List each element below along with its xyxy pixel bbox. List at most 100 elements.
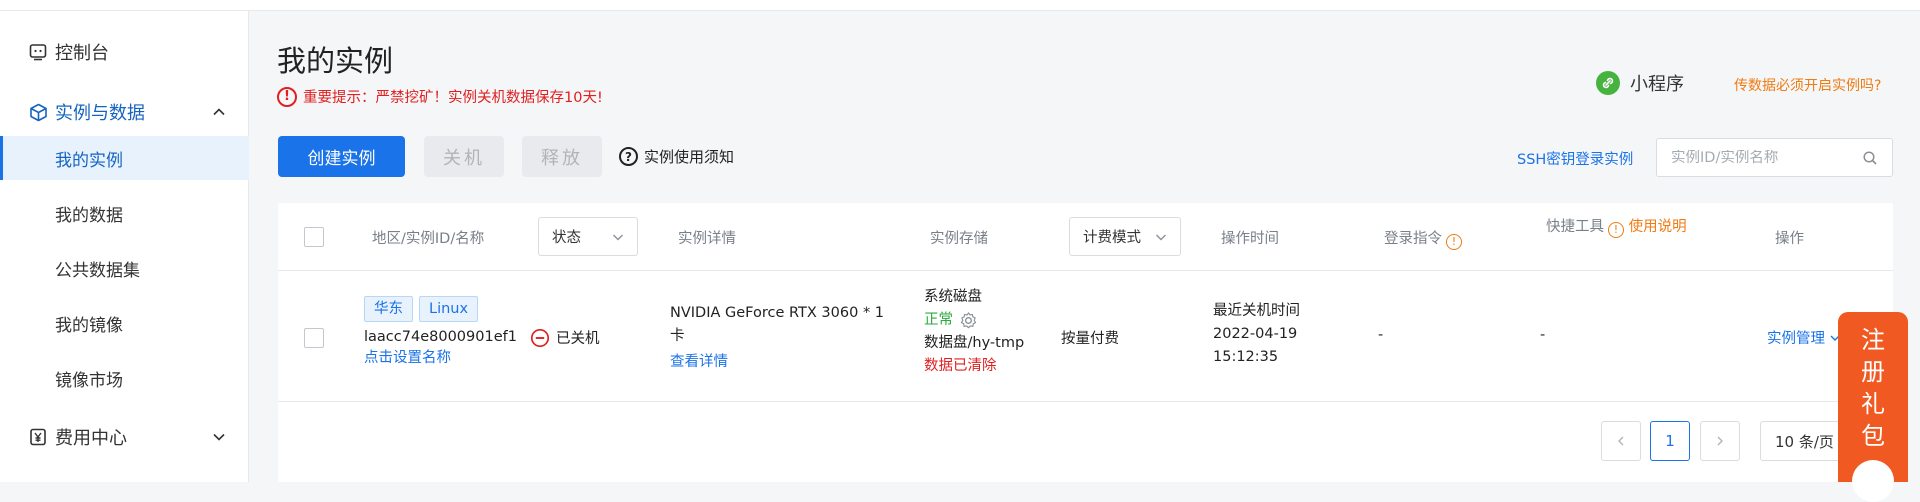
gift-char: 礼 bbox=[1861, 390, 1885, 418]
sidebar-item-my-images[interactable]: 我的镜像 bbox=[0, 301, 249, 345]
status-filter-label: 状态 bbox=[552, 230, 581, 246]
stopped-icon bbox=[530, 328, 550, 347]
set-name-link[interactable]: 点击设置名称 bbox=[364, 348, 514, 368]
instance-manage-menu[interactable]: 实例管理 bbox=[1767, 327, 1841, 348]
gift-char: 注 bbox=[1861, 326, 1885, 354]
region-tag: 华东 bbox=[364, 296, 413, 322]
gift-char: 包 bbox=[1861, 422, 1885, 450]
yen-icon bbox=[28, 427, 48, 447]
prev-page-button[interactable] bbox=[1601, 421, 1641, 461]
sidebar-group-instances[interactable]: 实例与数据 bbox=[0, 91, 249, 133]
chevron-left-icon bbox=[1618, 436, 1624, 446]
gpu-spec: NVIDIA GeForce RTX 3060 * 1 bbox=[670, 305, 885, 321]
login-cmd-cell: - bbox=[1378, 327, 1384, 343]
header-details: 实例详情 bbox=[678, 231, 736, 247]
time-clock: 15:12:35 bbox=[1213, 349, 1279, 365]
console-icon bbox=[28, 42, 48, 62]
op-time-cell: 最近关机时间 2022-04-19 15:12:35 bbox=[1213, 300, 1300, 369]
page-number-button[interactable]: 1 bbox=[1650, 421, 1690, 461]
time-label: 最近关机时间 bbox=[1213, 303, 1300, 319]
miniprogram-label: 小程序 bbox=[1630, 74, 1684, 95]
sidebar-item-my-instances[interactable]: 我的实例 bbox=[0, 136, 249, 180]
sidebar-item-label: 我的数据 bbox=[55, 205, 123, 226]
sidebar-item-console[interactable]: 控制台 bbox=[0, 31, 249, 73]
chevron-down-icon bbox=[613, 234, 623, 241]
header-actions: 操作 bbox=[1775, 231, 1804, 247]
usage-notice-label: 实例使用须知 bbox=[644, 148, 735, 166]
page-size-label: 10 条/页 bbox=[1775, 432, 1834, 451]
data-disk-label: 数据盘/hy-tmp bbox=[924, 335, 1025, 351]
sidebar-item-image-market[interactable]: 镜像市场 bbox=[0, 356, 249, 400]
settings-gear-icon[interactable] bbox=[959, 311, 978, 330]
warning-text: 重要提示：严禁挖矿！实例关机数据保存10天! bbox=[303, 90, 603, 106]
system-disk-status: 正常 bbox=[924, 312, 953, 328]
row-checkbox[interactable] bbox=[304, 328, 324, 348]
register-gift-badge[interactable]: 注 册 礼 包 bbox=[1838, 312, 1908, 502]
usage-notice-link[interactable]: ? 实例使用须知 bbox=[619, 146, 734, 167]
sidebar-item-label: 我的镜像 bbox=[55, 315, 123, 336]
ssh-login-link[interactable]: SSH密钥登录实例 bbox=[1517, 148, 1633, 169]
usage-guide-link[interactable]: 使用说明 bbox=[1629, 219, 1687, 235]
status-filter[interactable]: 状态 bbox=[538, 217, 638, 256]
storage-cell: 系统磁盘 正常 数据盘/hy-tmp 数据已清除 bbox=[924, 286, 1024, 378]
alert-icon: ! bbox=[277, 86, 297, 107]
table-row: 华东 Linux laacc74e8000901ef1 点击设置名称 已关机 NV… bbox=[278, 272, 1893, 402]
info-icon[interactable]: ! bbox=[1446, 233, 1462, 250]
search-icon[interactable] bbox=[1862, 150, 1878, 166]
miniprogram-icon bbox=[1596, 71, 1620, 95]
gift-char: 册 bbox=[1861, 358, 1885, 386]
data-disk-status: 数据已清除 bbox=[924, 358, 997, 374]
sidebar-item-label: 我的实例 bbox=[55, 150, 123, 171]
create-instance-button[interactable]: 创建实例 bbox=[278, 136, 405, 177]
table-header: 地区/实例ID/名称 状态 实例详情 实例存储 计费模式 操作时间 登录指令! … bbox=[278, 203, 1893, 271]
page-title: 我的实例 bbox=[277, 44, 394, 78]
chevron-down-icon bbox=[213, 433, 225, 441]
instance-manage-label: 实例管理 bbox=[1767, 331, 1825, 347]
top-bar bbox=[0, 0, 1920, 11]
question-icon: ? bbox=[619, 147, 638, 166]
header-op-time: 操作时间 bbox=[1221, 231, 1279, 247]
header-quick-tools: 快捷工具! 使用说明 bbox=[1546, 216, 1696, 238]
view-details-link[interactable]: 查看详情 bbox=[670, 351, 900, 374]
header-region: 地区/实例ID/名称 bbox=[372, 231, 485, 247]
billing-filter-label: 计费模式 bbox=[1083, 230, 1141, 246]
sidebar: 控制台 实例与数据 我的实例 我的数据 公共数据集 我的镜像 镜像市场 费用中心 bbox=[0, 11, 249, 482]
select-all-checkbox[interactable] bbox=[304, 227, 324, 247]
shutdown-button[interactable]: 关机 bbox=[424, 136, 504, 177]
info-icon: ! bbox=[1608, 222, 1624, 238]
sidebar-group-label: 费用中心 bbox=[55, 428, 127, 449]
sidebar-item-my-data[interactable]: 我的数据 bbox=[0, 191, 249, 235]
system-disk-label: 系统磁盘 bbox=[924, 289, 982, 305]
miniprogram-link[interactable]: 小程序 bbox=[1596, 70, 1684, 96]
transfer-data-link[interactable]: 传数据必须开启实例吗? bbox=[1734, 75, 1881, 95]
billing-filter[interactable]: 计费模式 bbox=[1069, 217, 1181, 256]
release-button[interactable]: 释放 bbox=[522, 136, 602, 177]
chevron-up-icon bbox=[213, 108, 225, 116]
sidebar-group-billing[interactable]: 费用中心 bbox=[0, 416, 249, 458]
header-login-cmd-label: 登录指令 bbox=[1384, 231, 1442, 247]
chevron-down-icon bbox=[1156, 234, 1166, 241]
cube-icon bbox=[28, 102, 48, 122]
time-date: 2022-04-19 bbox=[1213, 326, 1298, 342]
sidebar-group-label: 实例与数据 bbox=[55, 103, 145, 124]
sidebar-item-label: 镜像市场 bbox=[55, 370, 123, 391]
sidebar-item-public-datasets[interactable]: 公共数据集 bbox=[0, 246, 249, 290]
sidebar-item-label: 控制台 bbox=[55, 43, 109, 64]
search-input[interactable] bbox=[1671, 149, 1851, 166]
header-storage: 实例存储 bbox=[930, 231, 988, 247]
header-quick-tools-label: 快捷工具 bbox=[1546, 219, 1604, 235]
details-cell: NVIDIA GeForce RTX 3060 * 1 卡 查看详情 bbox=[670, 302, 900, 374]
region-cell: 华东 Linux laacc74e8000901ef1 点击设置名称 bbox=[364, 296, 517, 368]
instance-id: laacc74e8000901ef1 bbox=[364, 329, 517, 345]
next-page-button[interactable] bbox=[1700, 421, 1740, 461]
header-login-cmd: 登录指令! bbox=[1384, 227, 1462, 250]
status-cell: 已关机 bbox=[530, 327, 600, 348]
status-text: 已关机 bbox=[556, 331, 600, 347]
gift-ball-icon bbox=[1852, 460, 1894, 502]
chevron-right-icon bbox=[1717, 436, 1723, 446]
gpu-spec-wrap: 卡 bbox=[670, 328, 685, 344]
quick-tools-cell: - bbox=[1540, 327, 1546, 343]
sidebar-item-label: 公共数据集 bbox=[55, 260, 140, 281]
billing-cell: 按量付费 bbox=[1061, 331, 1119, 347]
search-box bbox=[1656, 138, 1893, 177]
